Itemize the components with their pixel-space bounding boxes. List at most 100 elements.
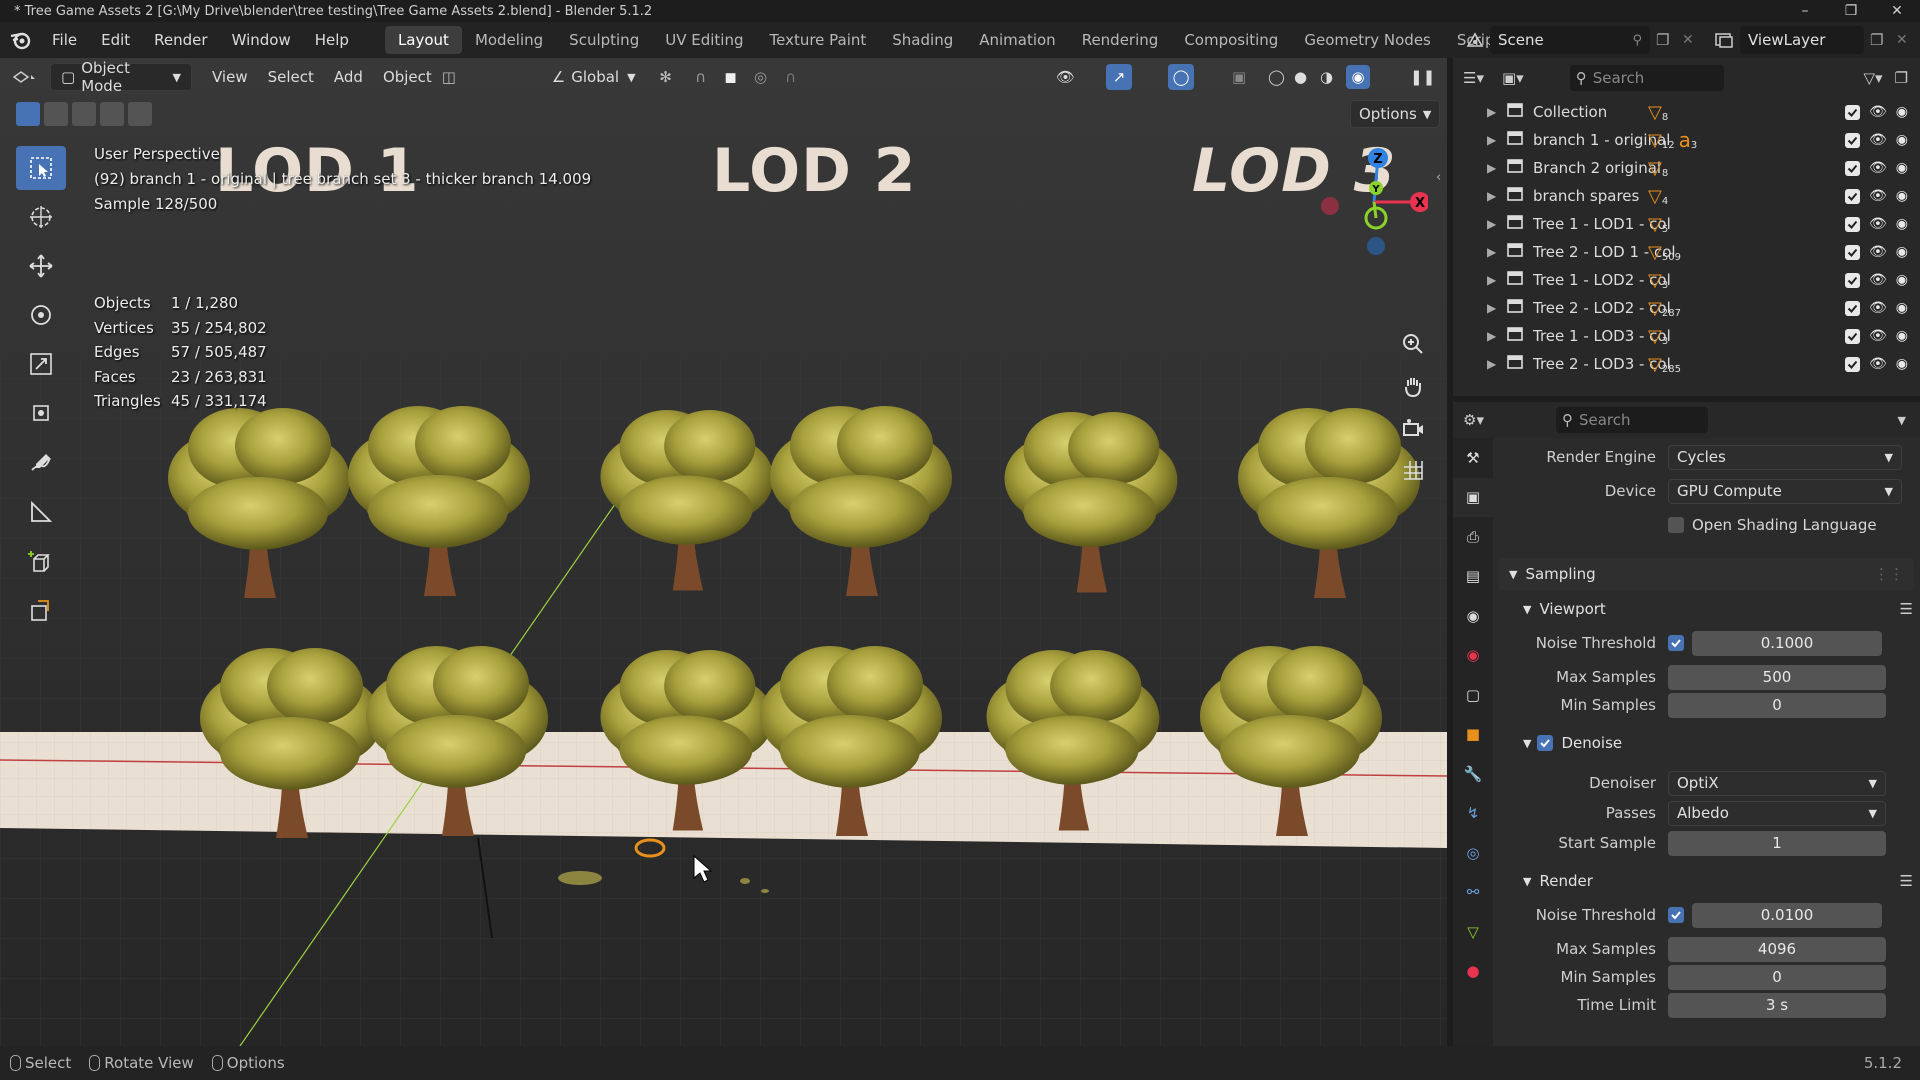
scale-tool[interactable] bbox=[16, 342, 66, 386]
rotate-tool[interactable] bbox=[16, 293, 66, 337]
camera-view-icon[interactable] bbox=[1395, 410, 1431, 446]
snap-target-icon[interactable]: ◼ bbox=[716, 68, 746, 86]
camera-icon[interactable]: ◉ bbox=[1896, 216, 1908, 232]
expand-arrow-icon[interactable]: ▶ bbox=[1487, 357, 1507, 371]
select-box-tool[interactable] bbox=[16, 146, 66, 190]
camera-icon[interactable]: ◉ bbox=[1896, 272, 1908, 288]
outliner-row[interactable]: ▶ branch spares ▽ 4 👁 ◉ bbox=[1453, 182, 1920, 210]
chevron-down-icon[interactable]: ▼ bbox=[1898, 414, 1906, 427]
remove-view-layer-icon[interactable]: ✕ bbox=[1896, 32, 1920, 48]
render-tab-icon[interactable]: ▣ bbox=[1453, 477, 1493, 517]
vp-noise-threshold-field[interactable]: 0.1000 bbox=[1692, 630, 1882, 656]
exclude-checkbox[interactable] bbox=[1845, 328, 1860, 344]
r-max-samples-field[interactable]: 4096 bbox=[1668, 936, 1886, 962]
sidebar-toggle-icon[interactable]: ‹ bbox=[1436, 170, 1441, 185]
maximize-icon[interactable]: ❐ bbox=[1828, 0, 1874, 22]
menu-select[interactable]: Select bbox=[258, 63, 324, 91]
transform-orientation-dropdown[interactable]: ∠ Global ▼ bbox=[542, 63, 646, 91]
vp-min-samples-field[interactable]: 0 bbox=[1668, 692, 1886, 718]
data-tab-icon[interactable]: ▽ bbox=[1453, 912, 1493, 952]
exclude-checkbox[interactable] bbox=[1845, 272, 1860, 288]
select-subtract-icon[interactable] bbox=[72, 102, 96, 126]
denoise-subpanel-header[interactable]: ▼ Denoise bbox=[1523, 728, 1913, 758]
camera-icon[interactable]: ◉ bbox=[1896, 300, 1908, 316]
camera-icon[interactable]: ◉ bbox=[1896, 356, 1908, 372]
exclude-checkbox[interactable] bbox=[1845, 160, 1860, 176]
annotate-tool[interactable] bbox=[16, 441, 66, 485]
outliner-row[interactable]: ▶ Branch 2 original ▽ 8 👁 ◉ bbox=[1453, 154, 1920, 182]
constraints-tab-icon[interactable]: ⚯ bbox=[1453, 873, 1493, 913]
outliner-row[interactable]: ▶ Tree 2 - LOD 1 - col ▽ 509 👁 ◉ bbox=[1453, 238, 1920, 266]
menu-edit[interactable]: Edit bbox=[89, 22, 142, 58]
object-mode-dropdown[interactable]: ▢ Object Mode ▼ bbox=[50, 59, 192, 95]
tab-uv-editing[interactable]: UV Editing bbox=[652, 26, 756, 54]
eye-icon[interactable]: 👁 bbox=[1869, 104, 1887, 120]
properties-editor-icon[interactable]: ⚙▾ bbox=[1463, 411, 1484, 429]
tab-compositing[interactable]: Compositing bbox=[1171, 26, 1291, 54]
xray-toggle-icon[interactable]: ▣ bbox=[1232, 68, 1246, 86]
options-dropdown[interactable]: Options ▼ bbox=[1350, 100, 1441, 128]
vp-max-samples-field[interactable]: 500 bbox=[1668, 664, 1886, 690]
outliner-row[interactable]: ▶ Tree 2 - LOD3 - col ▽ 285 👁 ◉ bbox=[1453, 350, 1920, 378]
menu-view[interactable]: View bbox=[202, 63, 258, 91]
expand-arrow-icon[interactable]: ▶ bbox=[1487, 273, 1507, 287]
zoom-icon[interactable] bbox=[1395, 326, 1431, 362]
editor-type-icon[interactable] bbox=[0, 68, 50, 86]
tab-shading[interactable]: Shading bbox=[879, 26, 966, 54]
menu-window[interactable]: Window bbox=[220, 22, 303, 58]
pan-hand-icon[interactable] bbox=[1395, 368, 1431, 404]
menu-render[interactable]: Render bbox=[142, 22, 219, 58]
render-engine-select[interactable]: Cycles ▼ bbox=[1668, 444, 1902, 470]
camera-icon[interactable]: ◉ bbox=[1896, 188, 1908, 204]
visibility-selector-icon[interactable]: 👁 bbox=[1056, 68, 1075, 86]
modifier-tab-icon[interactable]: 🔧 bbox=[1453, 754, 1493, 794]
scatter-tool[interactable] bbox=[16, 589, 66, 633]
move-tool[interactable] bbox=[16, 244, 66, 288]
render-subpanel-header[interactable]: ▼ Render ☰ bbox=[1523, 866, 1913, 896]
eye-icon[interactable]: 👁 bbox=[1869, 244, 1887, 260]
new-view-layer-icon[interactable]: ❐ bbox=[1870, 31, 1896, 49]
select-intersect-icon[interactable] bbox=[128, 102, 152, 126]
r-noise-threshold-field[interactable]: 0.0100 bbox=[1692, 902, 1882, 928]
tab-layout[interactable]: Layout bbox=[384, 26, 462, 54]
remove-scene-icon[interactable]: ✕ bbox=[1682, 32, 1708, 48]
blender-logo-icon[interactable] bbox=[0, 22, 40, 58]
camera-icon[interactable]: ◉ bbox=[1896, 132, 1908, 148]
expand-arrow-icon[interactable]: ▶ bbox=[1487, 133, 1507, 147]
physics-tab-icon[interactable]: ◎ bbox=[1453, 833, 1493, 873]
exclude-checkbox[interactable] bbox=[1845, 356, 1860, 372]
select-new-icon[interactable] bbox=[16, 102, 40, 126]
outliner-row[interactable]: ▶ Collection ▽ 8 👁 ◉ bbox=[1453, 98, 1920, 126]
output-tab-icon[interactable]: ⎙ bbox=[1453, 517, 1493, 557]
expand-arrow-icon[interactable]: ▶ bbox=[1487, 301, 1507, 315]
eye-icon[interactable]: 👁 bbox=[1869, 300, 1887, 316]
exclude-checkbox[interactable] bbox=[1845, 132, 1860, 148]
time-limit-field[interactable]: 3 s bbox=[1668, 992, 1886, 1018]
menu-add[interactable]: Add bbox=[324, 63, 373, 91]
exclude-checkbox[interactable] bbox=[1845, 300, 1860, 316]
exclude-checkbox[interactable] bbox=[1845, 104, 1860, 120]
material-tab-icon[interactable]: ● bbox=[1453, 952, 1493, 992]
snap-icon[interactable]: ∩ bbox=[686, 68, 716, 86]
expand-arrow-icon[interactable]: ▶ bbox=[1487, 329, 1507, 343]
close-icon[interactable]: ✕ bbox=[1874, 0, 1920, 22]
exclude-checkbox[interactable] bbox=[1845, 244, 1860, 260]
scene-field[interactable]: Scene ⚲ bbox=[1490, 26, 1650, 54]
eye-icon[interactable]: 👁 bbox=[1869, 356, 1887, 372]
shading-material-icon[interactable]: ◑ bbox=[1320, 68, 1333, 86]
eye-icon[interactable]: 👁 bbox=[1869, 328, 1887, 344]
exclude-checkbox[interactable] bbox=[1845, 188, 1860, 204]
scene-icon[interactable] bbox=[1460, 31, 1490, 49]
tool-tab-icon[interactable]: ⚒ bbox=[1453, 438, 1493, 478]
camera-icon[interactable]: ◉ bbox=[1896, 328, 1908, 344]
viewport-subpanel-header[interactable]: ▼ Viewport ☰ bbox=[1523, 594, 1913, 624]
eye-icon[interactable]: 👁 bbox=[1869, 132, 1887, 148]
scene-tab-icon[interactable]: ◉ bbox=[1453, 596, 1493, 636]
expand-arrow-icon[interactable]: ▶ bbox=[1487, 245, 1507, 259]
denoiser-select[interactable]: OptiX ▼ bbox=[1668, 770, 1886, 796]
presets-icon[interactable]: ☰ bbox=[1900, 872, 1913, 890]
object-tab-icon[interactable]: ■ bbox=[1453, 715, 1493, 755]
presets-icon[interactable]: ☰ bbox=[1900, 600, 1913, 618]
new-collection-icon[interactable]: ❐ bbox=[1895, 69, 1908, 87]
measure-tool[interactable] bbox=[16, 490, 66, 534]
